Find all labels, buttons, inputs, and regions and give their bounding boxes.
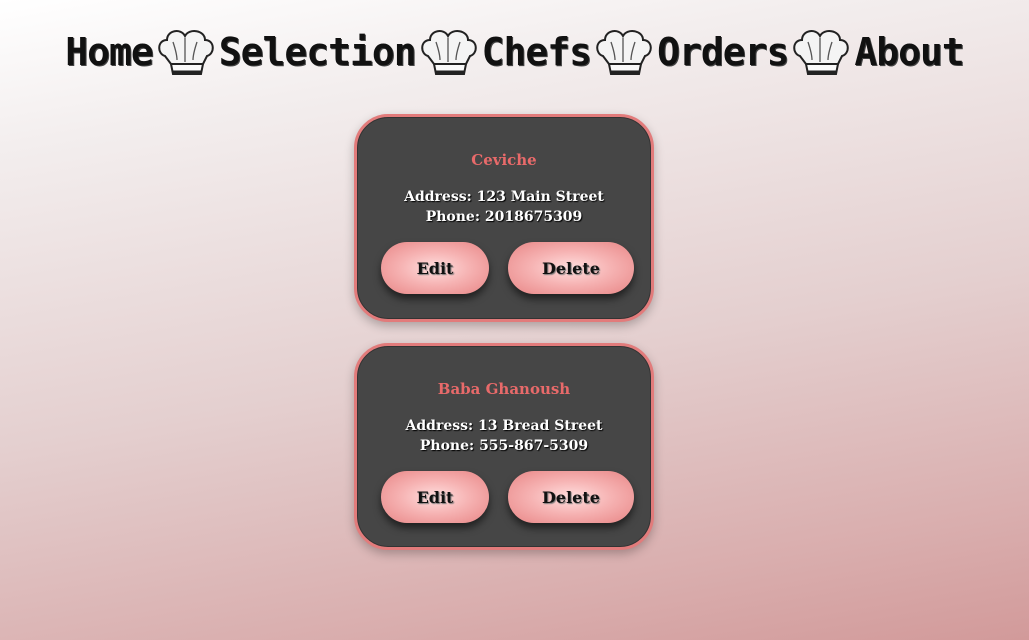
- restaurant-name: Baba Ghanoush: [437, 380, 571, 398]
- restaurant-card: Ceviche Address: 123 Main Street Phone: …: [354, 114, 654, 322]
- nav-chefs[interactable]: Chefs: [482, 27, 592, 77]
- nav-orders[interactable]: Orders: [657, 27, 789, 77]
- restaurant-name: Ceviche: [471, 151, 537, 169]
- main-nav: Home Selection Chefs Orders About: [0, 22, 1029, 82]
- restaurant-address: Address: 123 Main Street: [404, 189, 604, 205]
- restaurant-phone: Phone: 555-867-5309: [419, 438, 589, 454]
- delete-button[interactable]: Delete: [508, 471, 634, 523]
- delete-button[interactable]: Delete: [508, 242, 634, 294]
- restaurant-card: Baba Ghanoush Address: 13 Bread Street P…: [354, 343, 654, 550]
- chef-hat-icon: [155, 26, 217, 78]
- nav-selection[interactable]: Selection: [219, 27, 417, 77]
- chef-hat-icon: [790, 26, 852, 78]
- restaurant-phone: Phone: 2018675309: [425, 209, 583, 225]
- edit-button[interactable]: Edit: [381, 242, 489, 294]
- edit-button[interactable]: Edit: [381, 471, 489, 523]
- nav-home[interactable]: Home: [65, 27, 154, 77]
- chef-hat-icon: [418, 26, 480, 78]
- chef-hat-icon: [593, 26, 655, 78]
- nav-about[interactable]: About: [854, 27, 964, 77]
- restaurant-address: Address: 13 Bread Street: [405, 418, 603, 434]
